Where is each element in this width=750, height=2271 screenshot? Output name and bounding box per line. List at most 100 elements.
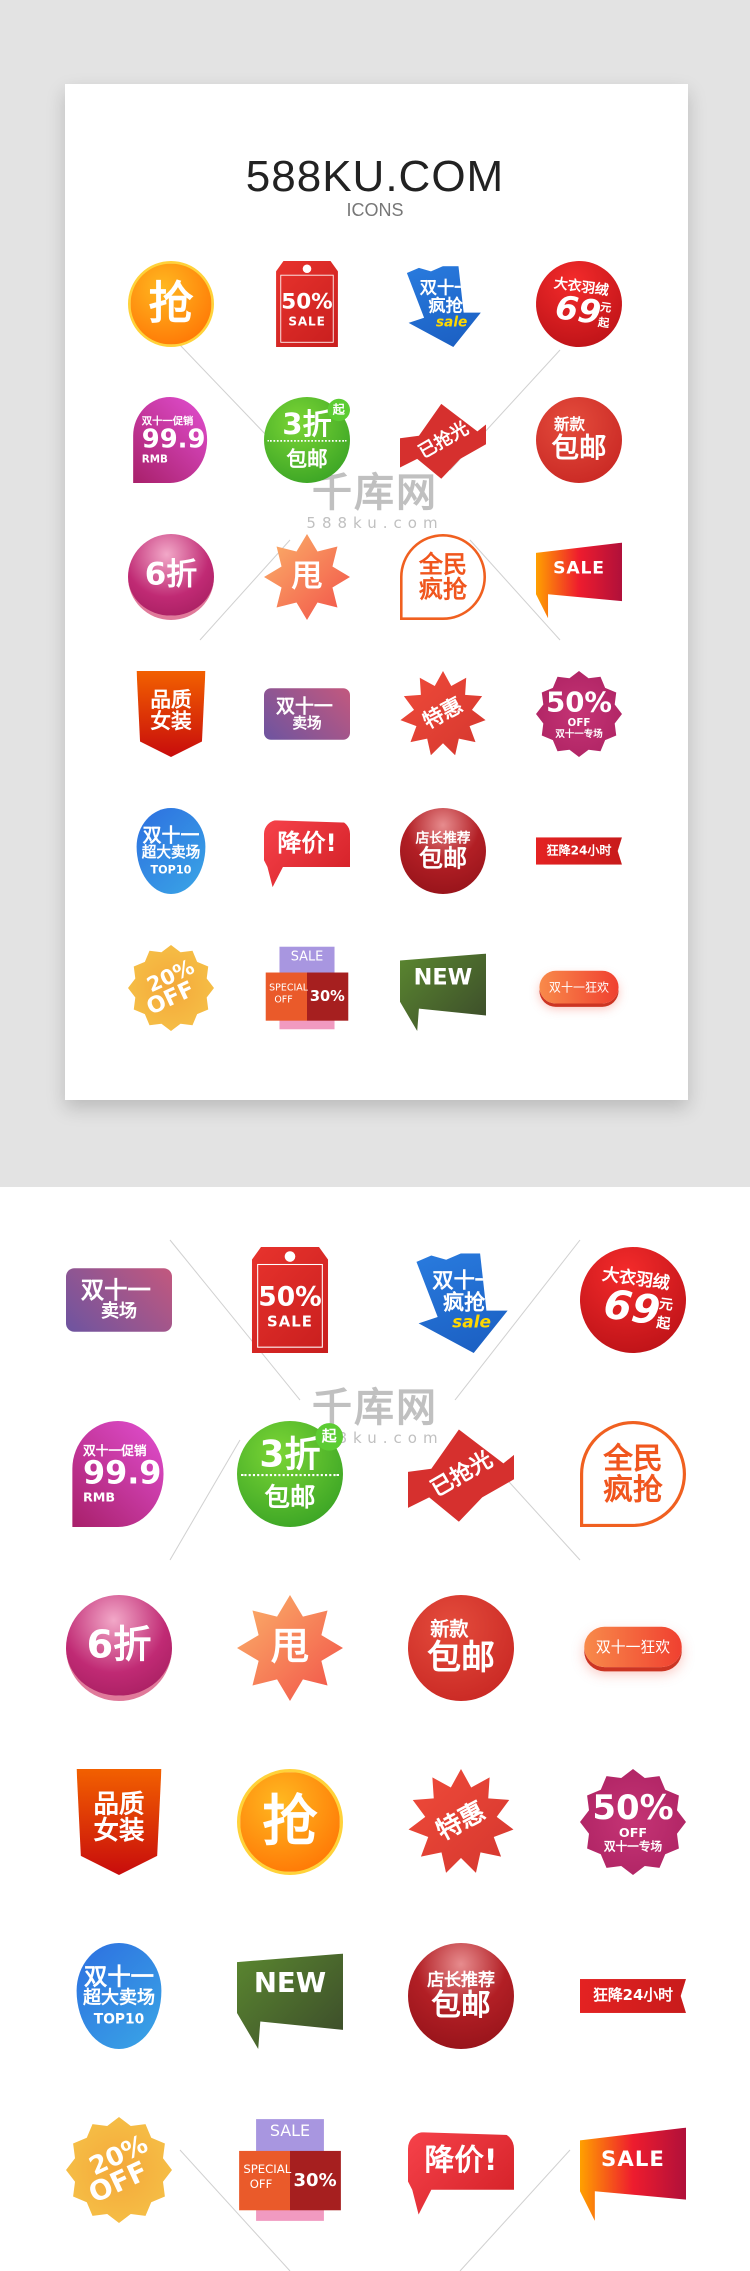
arrow-shape: 双十一 疯抢 sale (406, 266, 481, 347)
promo-99-badge[interactable]: 双十一促销 99.9 RMB (128, 397, 214, 483)
badge-text: 包邮 (264, 1482, 316, 1513)
badge-text: 全民 (603, 1440, 663, 1476)
sale-ribbon-badge[interactable]: SALE (536, 534, 622, 620)
off-20-flower-badge[interactable]: 20% OFF (66, 2117, 172, 2223)
price-drop-bubble-badge[interactable]: 降价! (408, 2117, 514, 2223)
double11-store-badge[interactable]: 双十一 卖场 (66, 1247, 172, 1353)
sale-50-tag-badge[interactable]: 50% SALE (237, 1247, 343, 1353)
off20-shape: 20% OFF (128, 945, 214, 1031)
badge-text: 6折 (86, 1623, 152, 1667)
top10-store-badge[interactable]: 双十一 超大卖场 TOP10 (66, 1943, 172, 2049)
off50-shape: 50% OFF 双十一专场 (536, 671, 622, 757)
clearance-flower-badge[interactable]: 甩 (237, 1595, 343, 1701)
grab-circle-badge[interactable]: 抢 (237, 1769, 343, 1875)
new-free-shipping-badge[interactable]: 新款 包邮 (536, 397, 622, 483)
badge-text: 双十一专场 (603, 1840, 663, 1855)
badge-text: 双十一 (276, 695, 333, 718)
new-shape: NEW (400, 953, 486, 1031)
24h-drop-ribbon-badge[interactable]: 狂降24小时 (536, 808, 622, 894)
shuai-shape: 甩 (264, 534, 350, 620)
badge-text: 特惠 (431, 1796, 491, 1847)
double11-rush-arrow-badge[interactable]: 双十一 疯抢 sale (408, 1247, 514, 1353)
24h-drop-ribbon-badge[interactable]: 狂降24小时 (580, 1943, 686, 2049)
special-offer-burst-badge[interactable]: 特惠 (408, 1769, 514, 1875)
quality-womenswear-badge[interactable]: 品质 女装 (128, 671, 214, 757)
discount-30-free-shipping-badge[interactable]: 3折起包邮 (237, 1421, 343, 1527)
top10-shape: 双十一 超大卖场 TOP10 (136, 808, 206, 894)
page-subtitle: ICONS (346, 200, 404, 220)
maichang-shape: 双十一 卖场 (264, 688, 350, 740)
badge-text: OFF (618, 1824, 648, 1840)
badge-text: 已抢光 (425, 1446, 497, 1502)
special-off-30-badge[interactable]: SALE SPECIAL OFF 30% (237, 2117, 343, 2223)
manager-pick-badge[interactable]: 店长推荐 包邮 (408, 1943, 514, 2049)
kuangjiang-shape: 狂降24小时 (536, 837, 622, 865)
badge-text: SALE (553, 556, 605, 578)
badge-text: NEW (253, 1967, 327, 2000)
badge-text: 30% (293, 2170, 337, 2192)
off-50-flower-badge[interactable]: 50% OFF 双十一专场 (536, 671, 622, 757)
coat-69-badge[interactable]: 大衣羽绒 69 元起 (573, 1240, 693, 1360)
everyone-rush-badge[interactable]: 全民 疯抢 (400, 534, 486, 620)
jiangjia-shape: 降价! (264, 820, 350, 888)
discount-60-bubble-badge[interactable]: 6折 (128, 534, 214, 620)
badge-text: 99.9 (82, 1455, 162, 1493)
top10-store-badge[interactable]: 双十一 超大卖场 TOP10 (128, 808, 214, 894)
badge-text: 双十一狂欢 (595, 1639, 671, 1657)
special-offer-burst-badge[interactable]: 特惠 (400, 671, 486, 757)
zhe3-shape: 3折起包邮 (264, 397, 350, 483)
off-20-flower-badge[interactable]: 20% OFF (128, 945, 214, 1031)
page-title: 588KU.COM (245, 152, 505, 201)
quality-womenswear-badge[interactable]: 品质 女装 (66, 1769, 172, 1875)
grab-circle-badge[interactable]: 抢 (128, 261, 214, 347)
badge-text: SPECIAL (269, 981, 308, 994)
discount-30-free-shipping-badge[interactable]: 3折起包邮 (264, 397, 350, 483)
badge-text: 包邮 (551, 431, 607, 464)
coat-69-badge[interactable]: 大衣羽绒 69 元起 (530, 255, 628, 353)
badge-text: 69 (552, 288, 604, 333)
badge-text: SALE (290, 948, 324, 964)
promo-99-badge[interactable]: 双十一促销 99.9 RMB (66, 1421, 172, 1527)
tag50-shape: 50% SALE (251, 1247, 329, 1353)
new-flag-badge[interactable]: NEW (400, 945, 486, 1031)
badge-text: 包邮 (418, 843, 468, 873)
badge-text: 品质 (150, 687, 192, 712)
badge-text: 特惠 (418, 693, 467, 734)
badge-text: SPECIAL (243, 2162, 292, 2177)
badge-text: 50% (546, 685, 612, 719)
special-shape: SALE SPECIAL OFF 30% (264, 945, 350, 1031)
new-free-shipping-badge[interactable]: 新款 包邮 (408, 1595, 514, 1701)
coat-shape: 大衣羽绒 69 元起 (573, 1240, 693, 1360)
xinkuan-shape: 新款 包邮 (536, 397, 622, 483)
double11-carnival-pill-badge[interactable]: 双十一狂欢 (580, 1595, 686, 1701)
badge-text: 起 (655, 1315, 672, 1333)
badge-text: sale (452, 1311, 492, 1332)
soldout-shape: 已抢光 (400, 403, 486, 479)
badge-text: 狂降24小时 (592, 1987, 673, 2005)
arrow-shape: 双十一 疯抢 sale (416, 1253, 508, 1353)
sold-out-badge[interactable]: 已抢光 (408, 1421, 514, 1527)
new-flag-badge[interactable]: NEW (237, 1943, 343, 2049)
clearance-flower-badge[interactable]: 甩 (264, 534, 350, 620)
sale-50-tag-badge[interactable]: 50% SALE (264, 261, 350, 347)
double11-rush-arrow-badge[interactable]: 双十一 疯抢 sale (400, 261, 486, 347)
sold-out-badge[interactable]: 已抢光 (400, 397, 486, 483)
discount-60-bubble-badge[interactable]: 6折 (66, 1595, 172, 1701)
badge-text: 甩 (291, 559, 323, 595)
price-drop-bubble-badge[interactable]: 降价! (264, 808, 350, 894)
off-50-flower-badge[interactable]: 50% OFF 双十一专场 (580, 1769, 686, 1875)
zhe3-shape: 3折起包邮 (237, 1421, 343, 1527)
sale-ribbon-badge[interactable]: SALE (580, 2117, 686, 2223)
double11-carnival-pill-badge[interactable]: 双十一狂欢 (536, 945, 622, 1031)
badge-text: 降价! (424, 2142, 498, 2178)
manager-pick-badge[interactable]: 店长推荐 包邮 (400, 808, 486, 894)
double11-store-badge[interactable]: 双十一 卖场 (264, 671, 350, 757)
nvzhuang-shape: 品质 女装 (76, 1769, 162, 1875)
badge-text: NEW (413, 965, 473, 991)
badge-text: 99.9 (141, 424, 206, 455)
everyone-rush-badge[interactable]: 全民 疯抢 (580, 1421, 686, 1527)
special-off-30-badge[interactable]: SALE SPECIAL OFF 30% (264, 945, 350, 1031)
badge-text: OFF (249, 2177, 273, 2192)
badge-text: 抢 (262, 1789, 318, 1854)
badge-text: 起 (327, 398, 350, 422)
